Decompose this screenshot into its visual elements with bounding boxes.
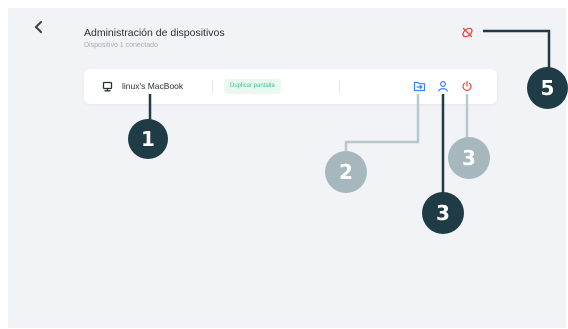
callout-5: 5 <box>527 67 568 109</box>
callout-3-top: 3 <box>448 137 490 179</box>
callout-3-bottom: 3 <box>422 192 464 234</box>
callout-2: 2 <box>325 151 367 193</box>
callout-line <box>344 94 420 160</box>
callout-1: 1 <box>128 119 168 159</box>
